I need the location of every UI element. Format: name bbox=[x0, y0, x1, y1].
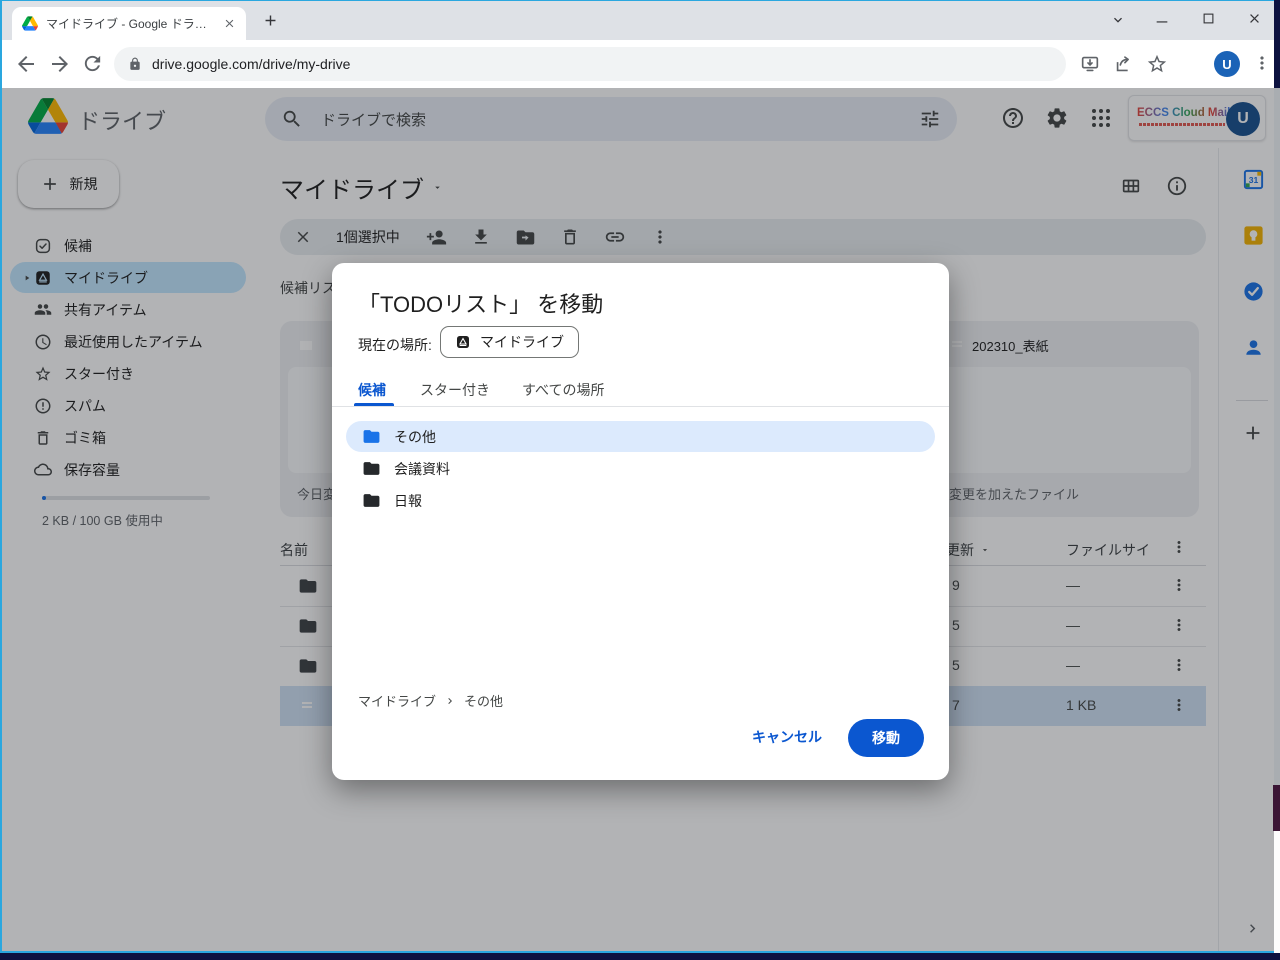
url-text: drive.google.com/drive/my-drive bbox=[152, 56, 350, 72]
tab-search-chevron-icon[interactable] bbox=[1110, 12, 1126, 28]
move-dialog: 「TODOリスト」 を移動 現在の場所: マイドライブ 候補 スター付き すべて… bbox=[332, 263, 949, 780]
browser-tab[interactable]: マイドライブ - Google ドライブ bbox=[12, 7, 246, 40]
chip-label: マイドライブ bbox=[480, 332, 564, 352]
folder-name: 日報 bbox=[394, 491, 422, 511]
dialog-breadcrumb: マイドライブ その他 bbox=[358, 691, 503, 710]
drive-favicon-icon bbox=[22, 16, 38, 31]
folder-icon bbox=[362, 427, 381, 446]
browser-profile-avatar[interactable]: U bbox=[1214, 51, 1240, 77]
reload-button[interactable] bbox=[81, 52, 104, 75]
breadcrumb-root[interactable]: マイドライブ bbox=[358, 691, 436, 710]
new-tab-button[interactable] bbox=[262, 12, 279, 29]
tab-close-icon[interactable] bbox=[223, 17, 236, 30]
dialog-tab-all-locations[interactable]: すべての場所 bbox=[522, 380, 604, 400]
tab-title: マイドライブ - Google ドライブ bbox=[46, 15, 215, 32]
folder-name: その他 bbox=[394, 427, 436, 447]
lock-icon bbox=[128, 57, 142, 71]
dialog-tab-starred[interactable]: スター付き bbox=[420, 380, 490, 400]
browser-window: マイドライブ - Google ドライブ bbox=[0, 0, 1274, 953]
screen-edge-strip bbox=[1274, 88, 1280, 785]
dialog-tab-suggested[interactable]: 候補 bbox=[358, 380, 386, 400]
dialog-folder-item[interactable]: 日報 bbox=[346, 485, 935, 516]
scrollbar-track bbox=[1274, 831, 1280, 953]
my-drive-icon bbox=[455, 334, 471, 350]
current-location-chip[interactable]: マイドライブ bbox=[440, 326, 579, 358]
tabs-divider bbox=[332, 406, 949, 407]
dialog-folder-item-selected[interactable]: その他 bbox=[346, 421, 935, 452]
breadcrumb-current[interactable]: その他 bbox=[464, 691, 503, 710]
move-button[interactable]: 移動 bbox=[848, 719, 924, 757]
share-icon[interactable] bbox=[1113, 53, 1135, 75]
window-maximize-button[interactable] bbox=[1201, 11, 1216, 26]
folder-icon bbox=[362, 491, 381, 510]
dialog-title: 「TODOリスト」 を移動 bbox=[358, 287, 603, 319]
forward-button[interactable] bbox=[48, 52, 72, 76]
url-bar[interactable]: drive.google.com/drive/my-drive bbox=[114, 47, 1066, 81]
dialog-folder-item[interactable]: 会議資料 bbox=[346, 453, 935, 484]
browser-menu-icon[interactable] bbox=[1252, 53, 1272, 73]
address-bar: drive.google.com/drive/my-drive U bbox=[2, 40, 1274, 88]
cancel-button[interactable]: キャンセル bbox=[752, 727, 822, 747]
chevron-right-icon bbox=[444, 695, 456, 707]
window-minimize-button[interactable] bbox=[1154, 17, 1170, 27]
folder-icon bbox=[362, 459, 381, 478]
back-button[interactable] bbox=[14, 52, 38, 76]
folder-name: 会議資料 bbox=[394, 459, 450, 479]
current-location-label: 現在の場所: bbox=[358, 335, 432, 355]
scrollbar-thumb[interactable] bbox=[1273, 785, 1280, 831]
downloads-icon[interactable] bbox=[1079, 53, 1101, 75]
bookmark-star-icon[interactable] bbox=[1146, 53, 1168, 75]
window-close-button[interactable] bbox=[1247, 11, 1262, 26]
